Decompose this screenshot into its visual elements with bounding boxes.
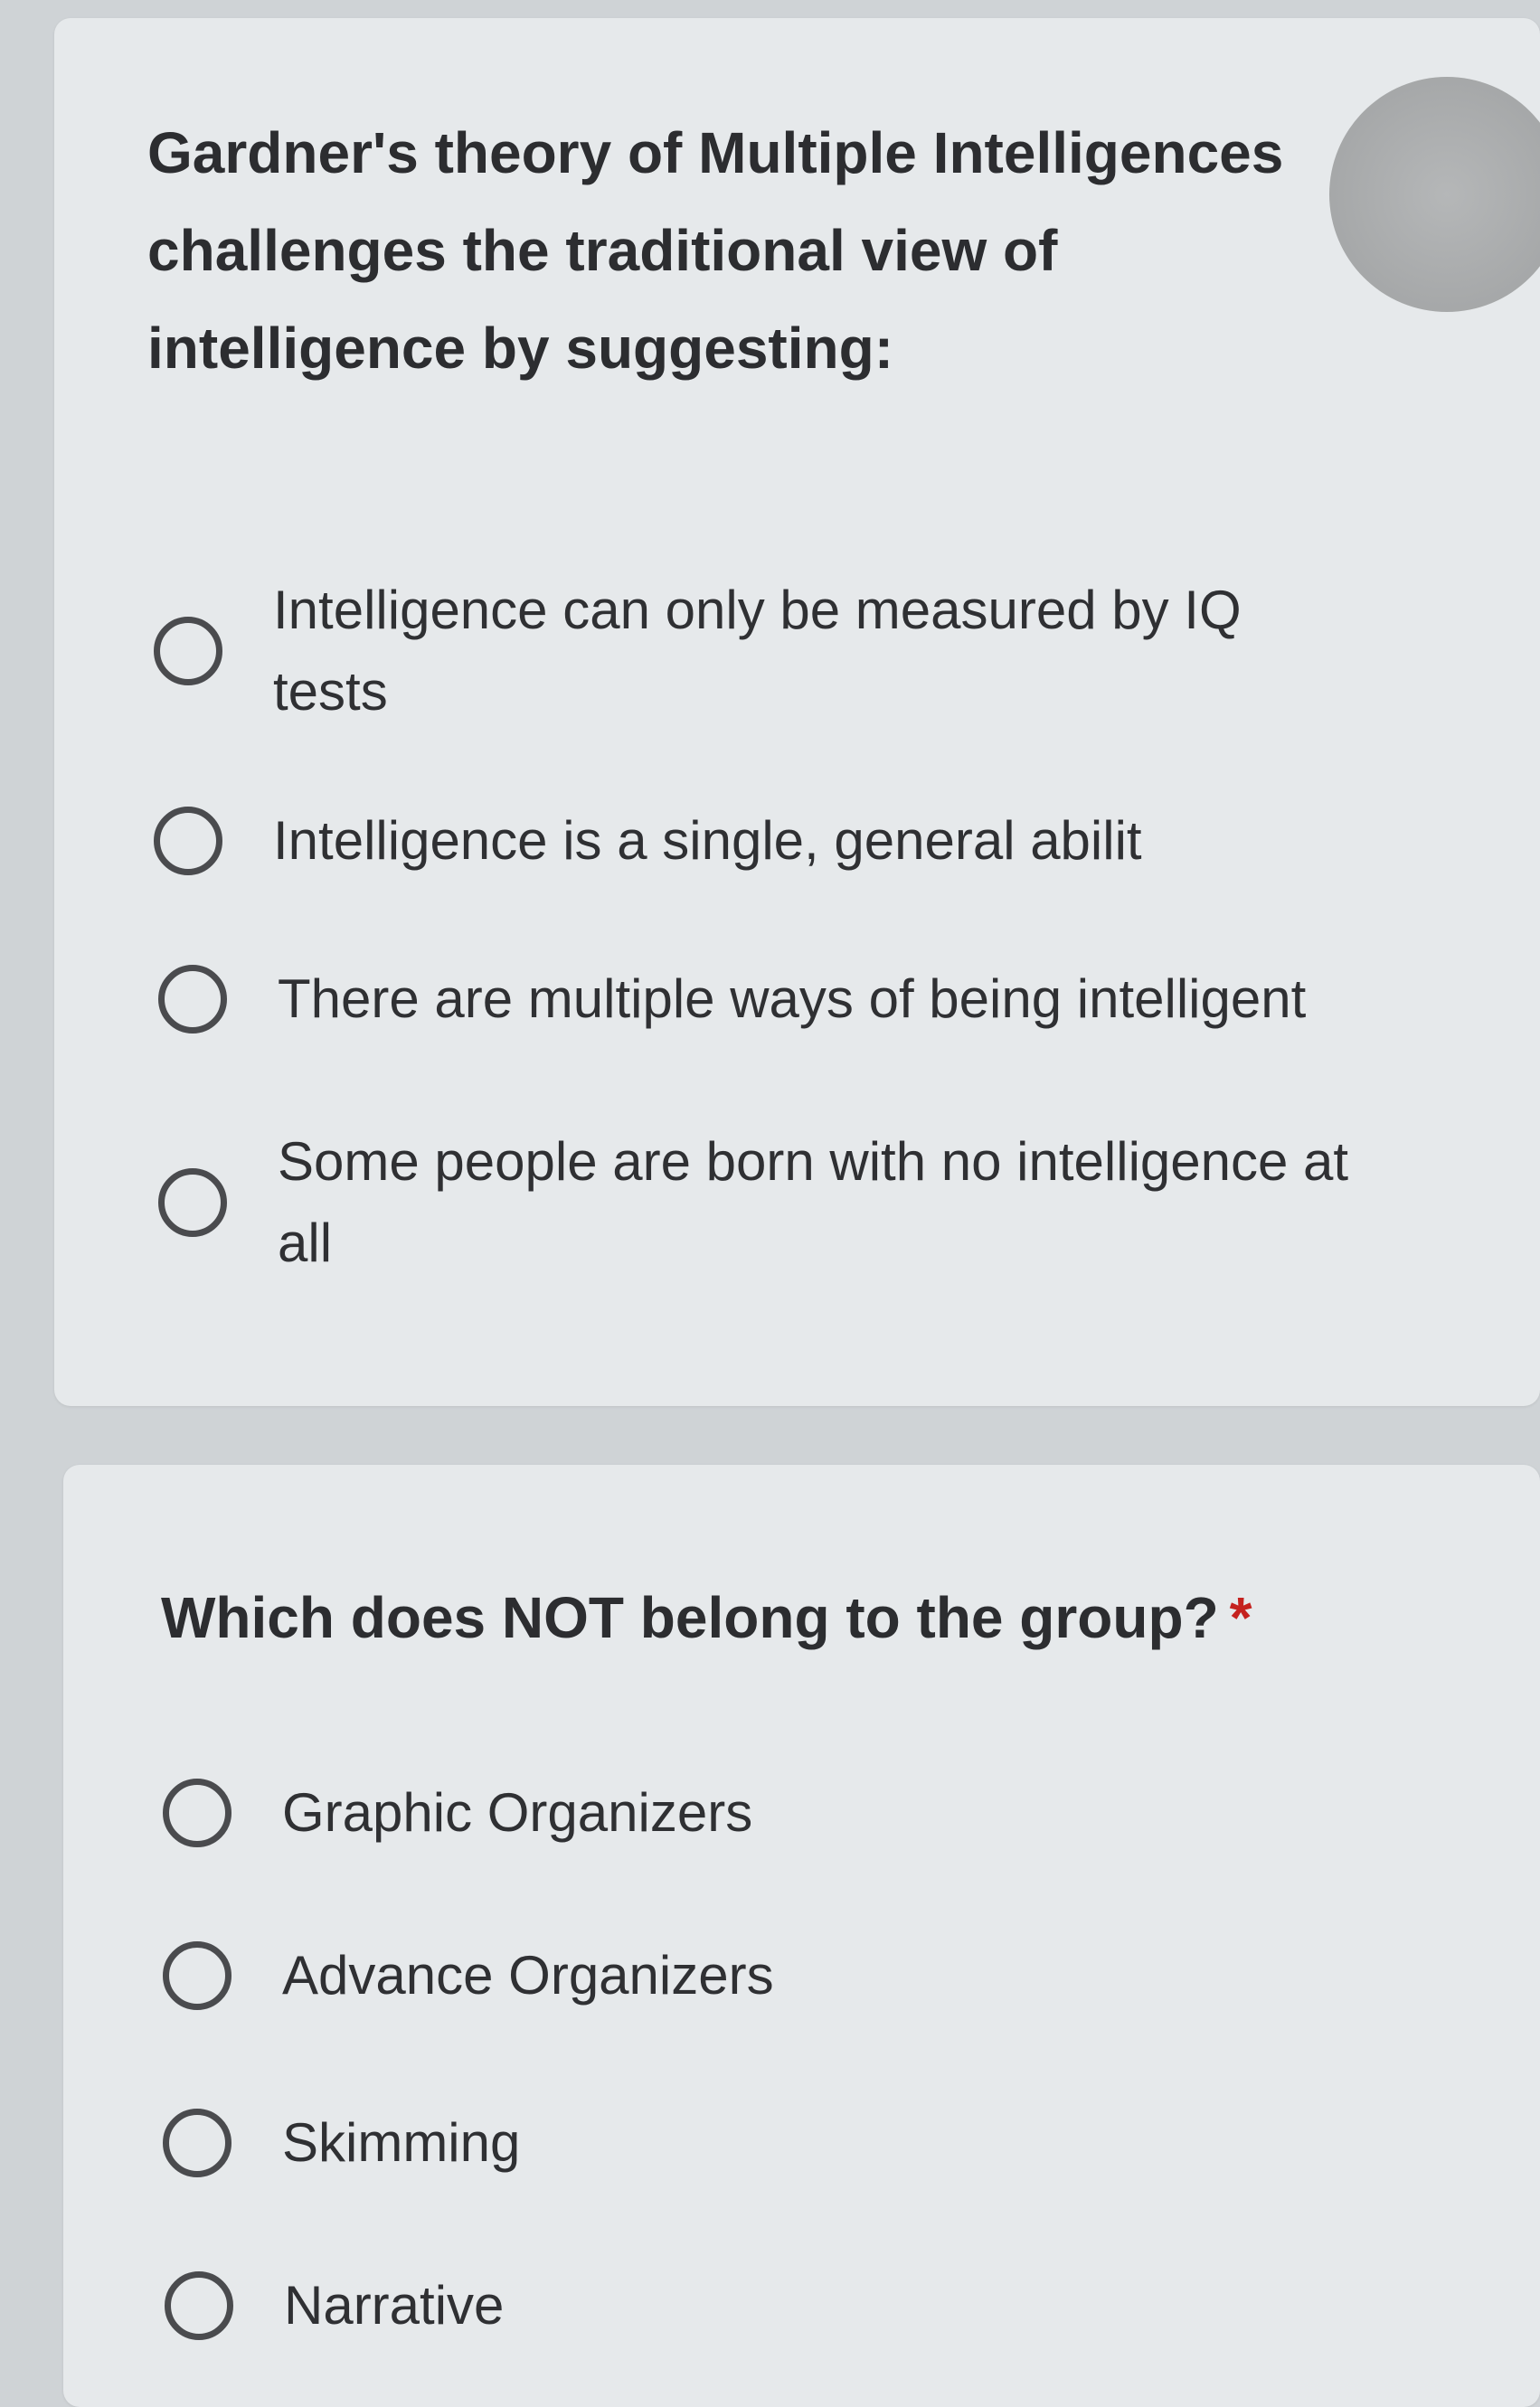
question-1-option-2[interactable]: Intelligence is a single, general abilit xyxy=(154,800,1365,882)
option-label: Intelligence is a single, general abilit xyxy=(273,810,1142,871)
question-1-title: Gardner's theory of Multiple Intelligenc… xyxy=(147,120,1284,381)
radio-unchecked-icon[interactable] xyxy=(158,1168,227,1237)
radio-unchecked-icon[interactable] xyxy=(163,1941,231,2010)
option-label: Skimming xyxy=(282,2112,521,2173)
radio-unchecked-icon[interactable] xyxy=(154,807,222,875)
option-label: Intelligence can only be measured by IQ … xyxy=(273,580,1242,722)
radio-unchecked-icon[interactable] xyxy=(163,1779,231,1847)
radio-unchecked-icon[interactable] xyxy=(163,2109,231,2177)
question-2-option-3[interactable]: Skimming xyxy=(163,2102,520,2184)
question-card-2: Which does NOT belong to the group? * Gra… xyxy=(63,1465,1540,2407)
question-1-option-4[interactable]: Some people are born with no intelligenc… xyxy=(158,1121,1406,1284)
question-1-option-1[interactable]: Intelligence can only be measured by IQ … xyxy=(154,570,1365,732)
question-1-option-3[interactable]: There are multiple ways of being intelli… xyxy=(158,958,1424,1040)
question-card-1: Gardner's theory of Multiple Intelligenc… xyxy=(54,18,1540,1406)
option-label: Graphic Organizers xyxy=(282,1782,753,1843)
avatar[interactable] xyxy=(1329,77,1540,312)
question-2-title-text: Which does NOT belong to the group? xyxy=(161,1585,1219,1650)
question-2-required-mark: * xyxy=(1229,1585,1252,1650)
question-2-option-2[interactable]: Advance Organizers xyxy=(163,1935,774,2016)
question-2-option-4[interactable]: Narrative xyxy=(165,2265,504,2346)
radio-unchecked-icon[interactable] xyxy=(154,617,222,685)
question-2-option-1[interactable]: Graphic Organizers xyxy=(163,1772,752,1854)
question-2-title: Which does NOT belong to the group? * xyxy=(161,1569,1427,1666)
radio-unchecked-icon[interactable] xyxy=(158,965,227,1034)
option-label: There are multiple ways of being intelli… xyxy=(278,968,1307,1029)
option-label: Advance Organizers xyxy=(282,1945,774,2006)
option-label: Some people are born with no intelligenc… xyxy=(278,1131,1349,1273)
option-label: Narrative xyxy=(284,2275,505,2336)
radio-unchecked-icon[interactable] xyxy=(165,2271,233,2340)
